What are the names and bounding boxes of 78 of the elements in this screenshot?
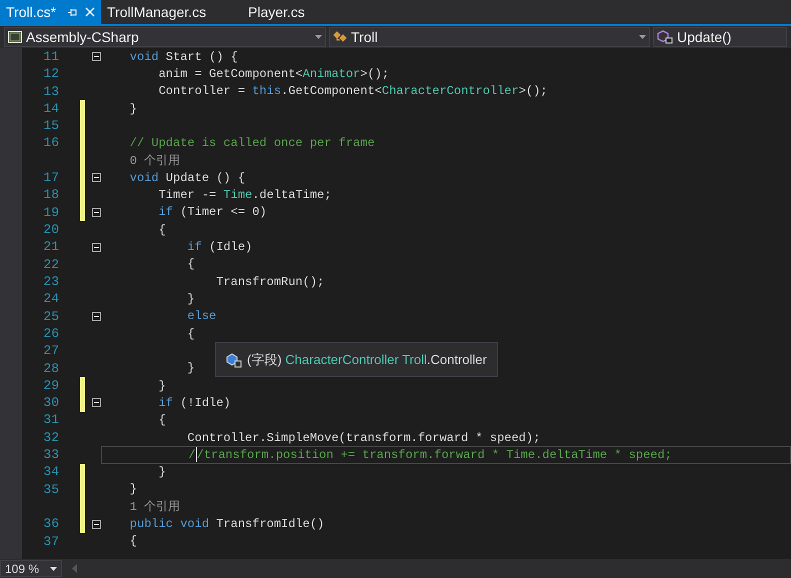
code-line: }	[128, 100, 138, 118]
line-number: 12	[42, 65, 59, 84]
line-number: 11	[42, 48, 59, 66]
line-number: 21	[42, 238, 59, 256]
collapse-icon[interactable]	[92, 312, 101, 321]
line-number: 36	[42, 515, 59, 534]
collapse-icon[interactable]	[92, 52, 101, 62]
collapse-icon[interactable]	[92, 242, 101, 252]
code-line: }	[186, 360, 195, 378]
dropdown-caret-icon	[315, 35, 322, 39]
csharp-project-icon	[8, 31, 22, 43]
line-number: 24	[42, 290, 59, 308]
code-line: if (Timer <= 0)	[158, 204, 267, 222]
code-line: {	[158, 412, 166, 430]
line-number: 25	[42, 308, 59, 326]
code-line: Timer -= Time.deltaTime;	[158, 187, 332, 204]
code-line: }	[158, 464, 166, 482]
code-line: {	[186, 256, 195, 274]
collapse-icon[interactable]	[92, 520, 101, 529]
zoom-dropdown[interactable]: 109 %	[0, 560, 62, 577]
code-line: void Update () {	[128, 170, 246, 187]
line-number: 31	[42, 411, 59, 430]
line-number: 15	[42, 117, 59, 136]
code-line: Controller = this.GetComponent<CharacterController>();	[158, 83, 548, 100]
code-line: {	[128, 533, 138, 550]
editor-tab[interactable]: TrollManager.cs	[101, 0, 242, 24]
line-number: 30	[42, 394, 59, 412]
code-line: {	[158, 222, 166, 239]
line-number: 14	[42, 100, 59, 118]
line-number: 20	[42, 221, 59, 240]
line-number: 28	[42, 360, 59, 378]
code-line: void Start () {	[128, 48, 238, 66]
code-line: public void TransfromIdle()	[128, 516, 324, 534]
code-line: // Update is called once per frame	[128, 135, 375, 152]
navigation-dropdown[interactable]: Assembly-CSharp	[4, 27, 326, 47]
code-line: TransfromRun();	[215, 274, 324, 291]
line-number: 16	[42, 134, 59, 152]
navigation-dropdown[interactable]: Troll	[329, 27, 650, 47]
tooltip-text: (字段) CharacterController Troll.Controller	[247, 350, 487, 369]
code-line: }	[158, 378, 166, 395]
collapse-icon[interactable]	[92, 173, 101, 182]
code-line: anim = GetComponent<Animator>();	[158, 66, 390, 83]
line-number: 29	[42, 376, 59, 395]
line-number: 23	[42, 272, 59, 291]
collapse-icon[interactable]	[92, 398, 101, 408]
editor-tab[interactable]: Player.cs	[242, 0, 383, 24]
line-number: 18	[42, 186, 59, 204]
dropdown-caret-icon	[50, 566, 57, 570]
field-icon	[226, 352, 243, 368]
line-number: 26	[42, 324, 59, 343]
line-number: 22	[42, 256, 59, 274]
editor-tab[interactable]: Troll.cs*	[0, 0, 101, 24]
code-line: if (Idle)	[186, 239, 252, 256]
line-number: 19	[42, 204, 59, 222]
line-number: 37	[42, 532, 59, 551]
class-icon	[333, 31, 347, 43]
close-icon[interactable]	[85, 7, 95, 17]
code-line: else	[186, 308, 216, 326]
line-number: 33	[42, 446, 59, 464]
code-line: }	[128, 481, 138, 498]
code-line: Controller.SimpleMove(transform.forward * speed);	[186, 430, 540, 447]
code-line: if (!Idle)	[158, 394, 231, 412]
code-line: }	[186, 291, 195, 308]
code-line: //transform.position += transform.forward * Time.deltaTime * speed;	[187, 446, 672, 464]
dropdown-caret-icon	[639, 35, 646, 39]
codelens-reference[interactable]: 0 个引用	[101, 152, 180, 170]
line-number: 13	[42, 82, 59, 101]
line-number: 27	[42, 342, 59, 360]
collapse-icon[interactable]	[92, 208, 101, 217]
line-number: 35	[42, 480, 59, 499]
codelens-reference[interactable]: 1 个引用	[101, 498, 180, 516]
line-number: 32	[42, 428, 59, 447]
method-icon	[657, 30, 673, 44]
pin-icon[interactable]	[68, 8, 77, 16]
navigation-dropdown[interactable]: Update()	[653, 27, 787, 47]
code-line: {	[186, 326, 195, 343]
line-number: 17	[42, 169, 59, 188]
line-number: 34	[42, 463, 59, 482]
